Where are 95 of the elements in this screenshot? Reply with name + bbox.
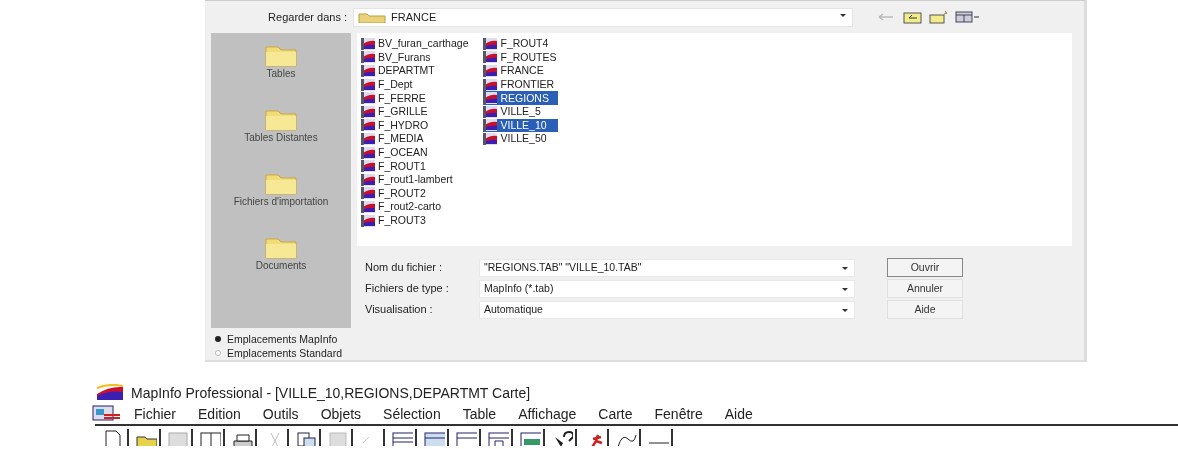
table-file-icon bbox=[361, 119, 377, 132]
new-document-icon[interactable] bbox=[103, 429, 129, 446]
dropdown-input[interactable]: MapInfo (*.tab) bbox=[484, 280, 834, 297]
field-label: Visualisation : bbox=[364, 302, 434, 318]
menu-item[interactable]: Edition bbox=[198, 403, 253, 425]
table-file-icon bbox=[361, 92, 377, 105]
table-file-icon bbox=[361, 173, 377, 186]
open-folder-icon[interactable] bbox=[135, 429, 161, 446]
file-item[interactable]: F_ROUT1 bbox=[361, 159, 470, 173]
window-title: MapInfo Professional - [VILLE_10,REGIONS,DEPARTMT Carte] bbox=[131, 383, 531, 403]
file-item[interactable]: F_FERRE bbox=[361, 91, 470, 105]
place-button[interactable]: Tables Distantes bbox=[238, 105, 324, 169]
file-item[interactable]: F_rout1-lambert bbox=[361, 172, 470, 187]
file-item[interactable]: DEPARTMT bbox=[361, 64, 470, 78]
table-file-icon bbox=[361, 78, 377, 91]
app-logo-icon bbox=[95, 384, 125, 402]
menu-item[interactable]: Objets bbox=[320, 403, 374, 425]
file-item[interactable]: F_OCEAN bbox=[361, 145, 470, 160]
look-in-value: FRANCE bbox=[391, 9, 438, 25]
dialog-button[interactable]: Ouvrir bbox=[887, 258, 963, 277]
printer-icon[interactable] bbox=[231, 429, 257, 446]
table-file-icon bbox=[361, 160, 377, 173]
map-window-icon[interactable] bbox=[423, 429, 449, 446]
dialog-button[interactable]: Annuler bbox=[887, 279, 963, 298]
dropdown-input[interactable]: Automatique bbox=[484, 301, 834, 318]
table-file-icon bbox=[483, 65, 500, 77]
file-item[interactable]: F_rout2-carto bbox=[361, 200, 470, 214]
location-option[interactable]: Emplacements MapInfo bbox=[215, 332, 338, 346]
menu-item[interactable]: Table bbox=[462, 403, 509, 425]
document-icon bbox=[92, 405, 122, 423]
file-item[interactable]: F_GRILLE bbox=[361, 104, 470, 119]
file-item[interactable]: F_Dept bbox=[361, 77, 470, 92]
field-label: Fichiers de type : bbox=[364, 281, 450, 297]
menu-item[interactable]: Outils bbox=[262, 403, 311, 425]
table-file-icon bbox=[483, 92, 500, 105]
view-menu-icon[interactable] bbox=[955, 10, 981, 24]
radio-dot[interactable] bbox=[215, 350, 221, 356]
table-file-icon bbox=[483, 119, 500, 132]
table-file-icon bbox=[483, 37, 500, 50]
table-file-icon bbox=[483, 132, 500, 145]
graph-window-icon[interactable] bbox=[455, 429, 481, 446]
table-file-icon bbox=[361, 51, 377, 64]
table-file-icon bbox=[361, 187, 377, 200]
menu-item[interactable]: Carte bbox=[598, 403, 645, 425]
table-file-icon bbox=[483, 105, 500, 118]
field-label: Nom du fichier : bbox=[364, 260, 444, 276]
menu-item[interactable]: Sélection bbox=[383, 403, 453, 425]
menu-item[interactable]: Fichier bbox=[134, 403, 188, 425]
table-file-icon bbox=[361, 37, 377, 50]
look-in-dropdown[interactable]: FRANCE bbox=[353, 7, 853, 27]
dropdown-field[interactable]: Automatique bbox=[479, 300, 855, 319]
file-item[interactable]: F_MEDIA bbox=[361, 132, 470, 146]
file-item[interactable]: VILLE_50 bbox=[483, 132, 558, 146]
file-item[interactable]: F_ROUT2 bbox=[361, 186, 470, 201]
layout-window-icon[interactable] bbox=[487, 429, 513, 446]
file-item[interactable]: F_ROUT3 bbox=[361, 213, 470, 228]
place-button[interactable]: Tables bbox=[258, 41, 304, 105]
dropdown-input[interactable]: "REGIONS.TAB" "VILLE_10.TAB" bbox=[484, 259, 834, 276]
file-item[interactable]: VILLE_5 bbox=[483, 104, 558, 119]
menu-item[interactable]: Affichage bbox=[518, 403, 589, 425]
new-folder-icon[interactable] bbox=[929, 10, 949, 24]
radio-dot[interactable] bbox=[215, 336, 221, 342]
file-item[interactable]: BV_Furans bbox=[361, 50, 470, 65]
menu-item[interactable]: Aide bbox=[724, 403, 765, 425]
location-option[interactable]: Emplacements Standard bbox=[215, 346, 342, 360]
folder-icon bbox=[358, 11, 386, 23]
table-file-icon bbox=[483, 78, 500, 91]
up-folder-icon[interactable] bbox=[903, 10, 923, 24]
file-item[interactable]: REGIONS bbox=[483, 91, 558, 105]
table-file-icon bbox=[361, 105, 377, 118]
menu-item[interactable]: Fenêtre bbox=[654, 403, 715, 425]
scale-bar-icon[interactable] bbox=[647, 429, 673, 446]
table-window-icon[interactable] bbox=[391, 429, 417, 446]
look-in-label: Regarder dans : bbox=[267, 9, 347, 25]
table-file-icon bbox=[361, 65, 377, 77]
file-item[interactable]: FRONTIER bbox=[483, 77, 558, 92]
dropdown-field[interactable]: "REGIONS.TAB" "VILLE_10.TAB" bbox=[479, 258, 855, 277]
dialog-button[interactable]: Aide bbox=[887, 300, 963, 319]
file-item[interactable]: VILLE_10 bbox=[483, 118, 558, 133]
table-file-icon bbox=[483, 51, 500, 64]
file-item[interactable]: BV_furan_carthage bbox=[361, 37, 470, 51]
file-item[interactable]: FRANCE bbox=[483, 64, 558, 78]
table-file-icon bbox=[361, 214, 377, 227]
file-item[interactable]: F_HYDRO bbox=[361, 118, 470, 133]
dropdown-field[interactable]: MapInfo (*.tab) bbox=[479, 279, 855, 298]
place-button[interactable]: Fichiers d'importation bbox=[227, 169, 335, 233]
browser-window-icon[interactable] bbox=[519, 429, 545, 446]
table-file-icon bbox=[361, 200, 377, 213]
file-item[interactable]: F_ROUTES bbox=[483, 50, 558, 65]
table-file-icon bbox=[361, 132, 377, 145]
table-file-icon bbox=[361, 146, 377, 159]
polyline-icon[interactable] bbox=[615, 429, 641, 446]
file-item[interactable]: F_ROUT4 bbox=[483, 37, 558, 51]
place-button[interactable]: Documents bbox=[249, 233, 313, 297]
copy-icon[interactable] bbox=[295, 429, 321, 446]
